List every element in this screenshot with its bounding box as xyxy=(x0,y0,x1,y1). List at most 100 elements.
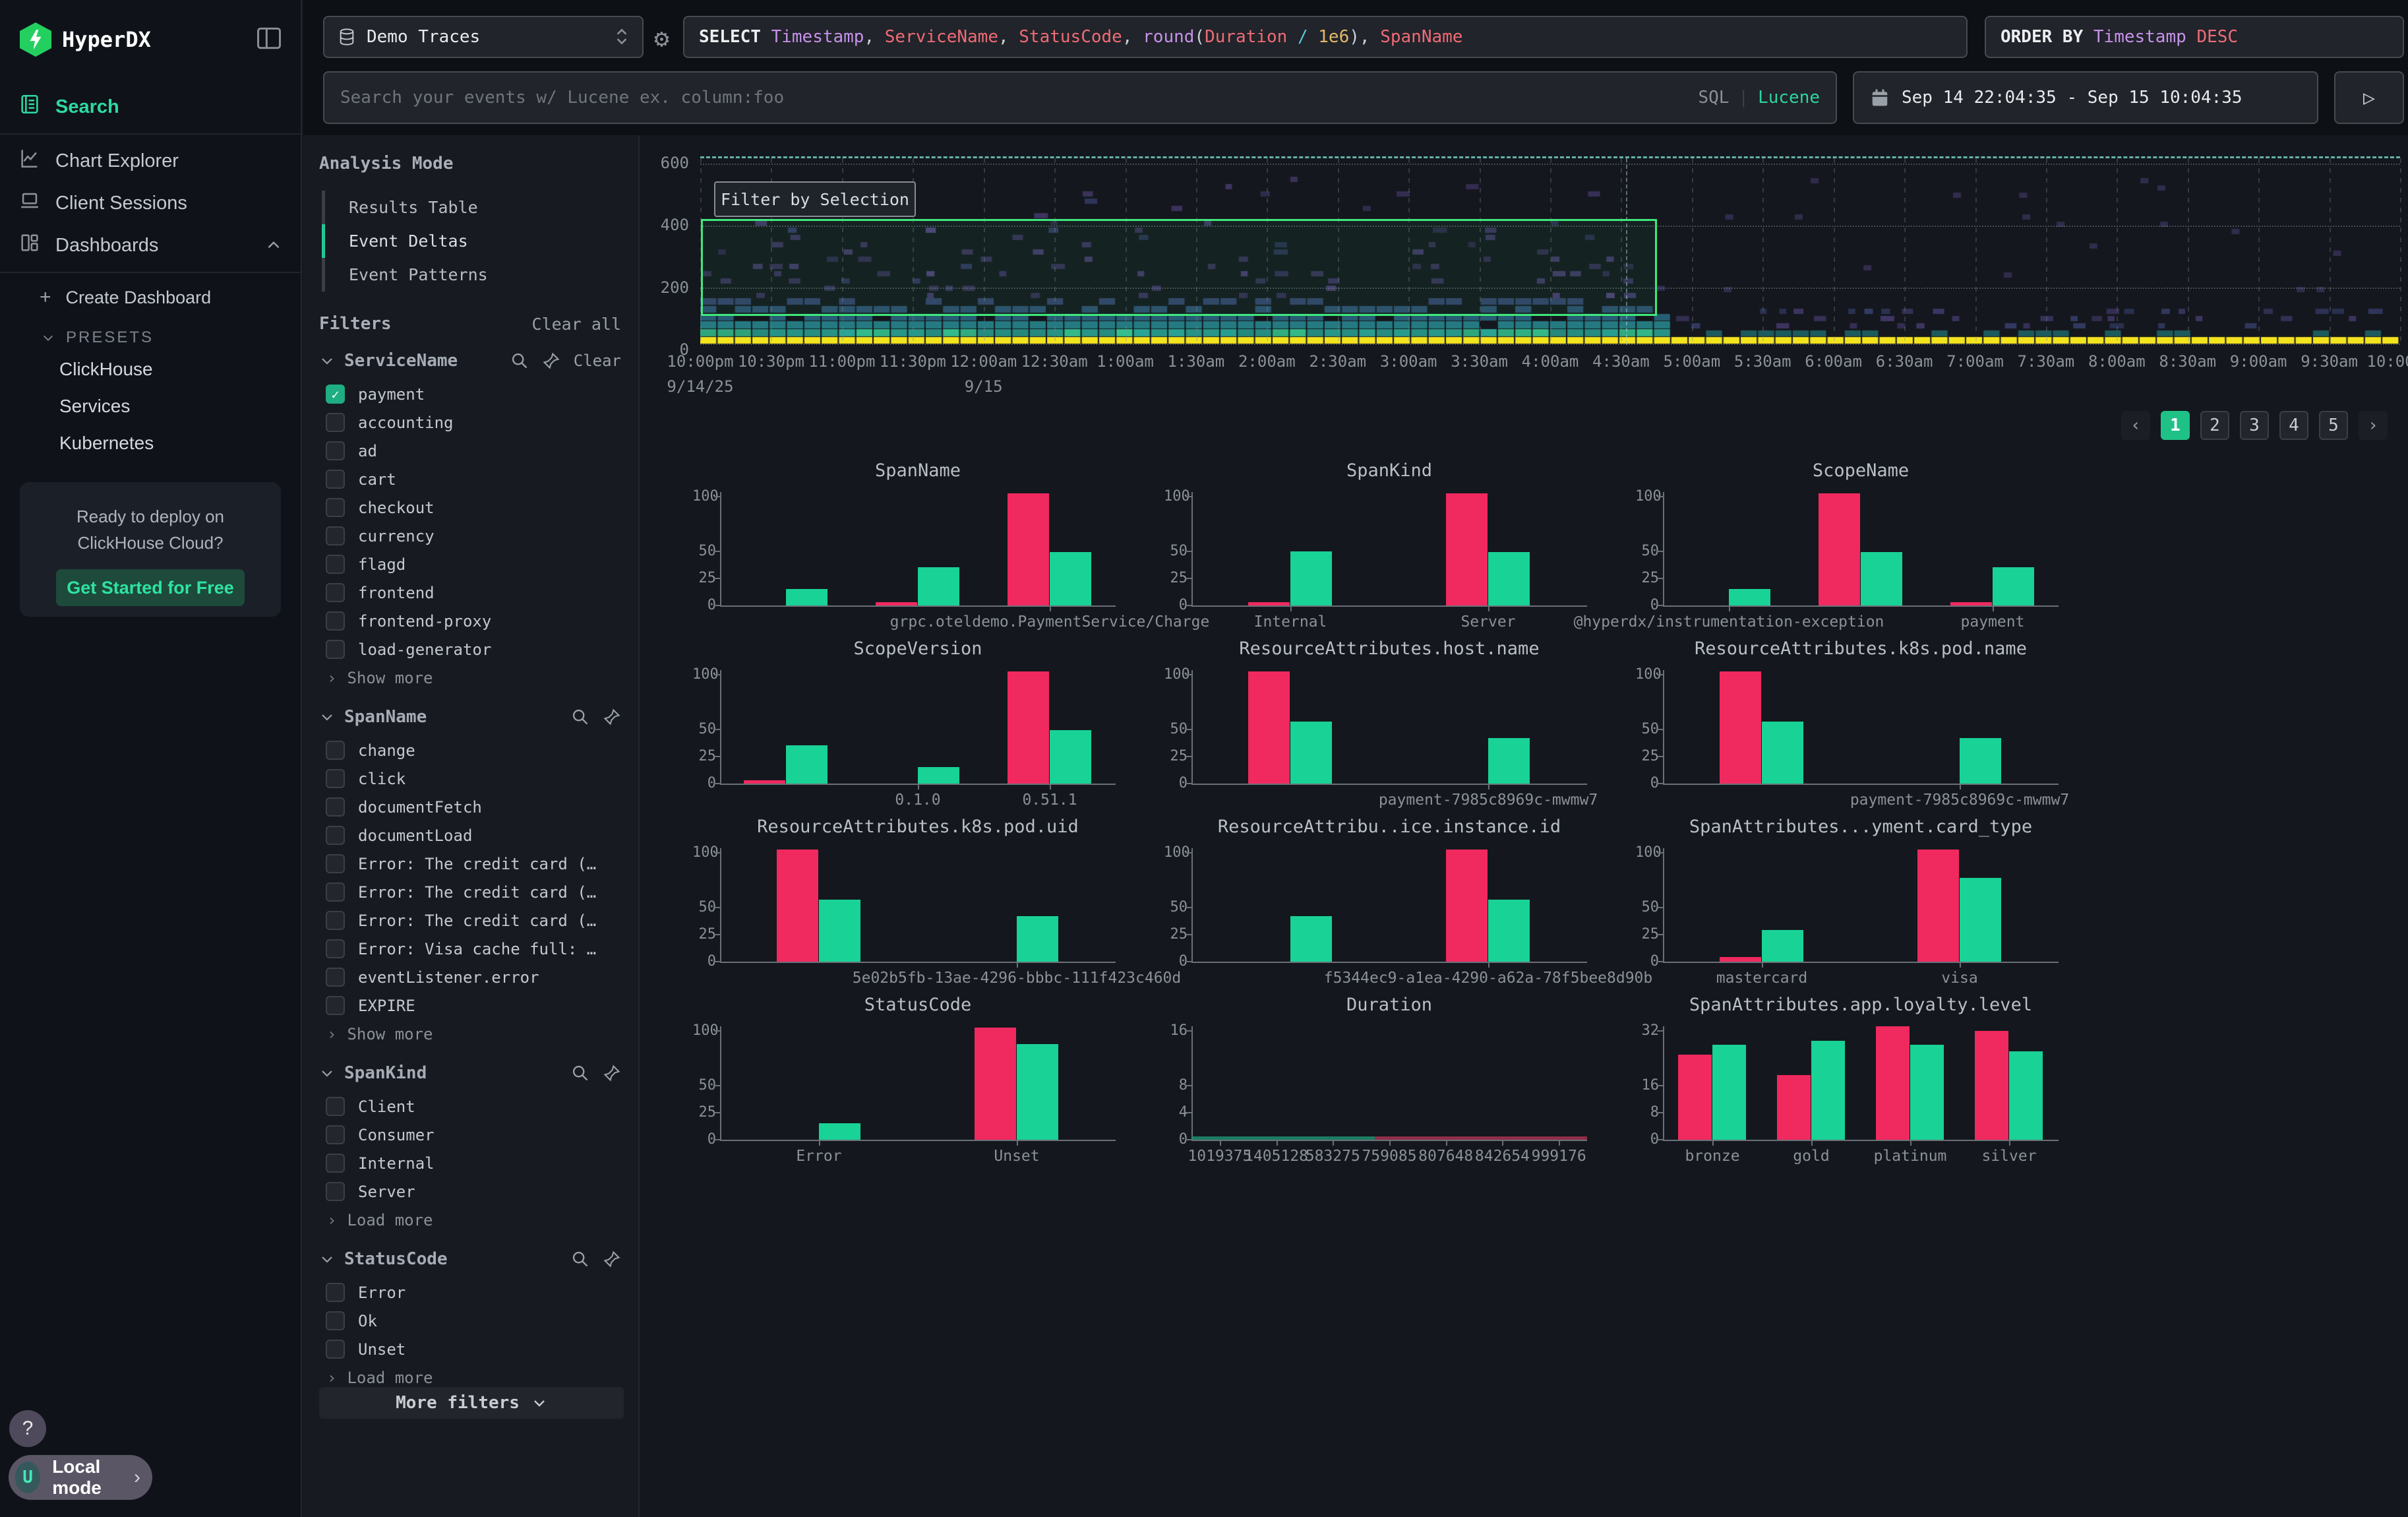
lang-toggle-lucene[interactable]: Lucene xyxy=(1758,88,1820,108)
filter-option-consumer[interactable]: Consumer xyxy=(319,1121,621,1149)
filter-option-accounting[interactable]: accounting xyxy=(319,408,621,437)
heatmap-selection-box[interactable] xyxy=(701,219,1657,316)
checkbox[interactable] xyxy=(326,1154,345,1173)
checkbox[interactable] xyxy=(326,826,345,845)
filter-option-expire[interactable]: EXPIRE xyxy=(319,991,621,1020)
filter-option-error-the-credit-card-[interactable]: Error: The credit card (… xyxy=(319,850,621,878)
more-filters-button[interactable]: More filters xyxy=(319,1387,624,1419)
filter-option-internal[interactable]: Internal xyxy=(319,1149,621,1177)
load-more-statuscode[interactable]: ›Load more xyxy=(319,1363,621,1390)
checkbox[interactable] xyxy=(326,769,345,788)
search-icon[interactable] xyxy=(571,1064,589,1082)
search-input[interactable]: Search your events w/ Lucene ex. column:… xyxy=(323,71,1837,124)
page-button-2[interactable]: 2 xyxy=(2200,411,2229,440)
next-page-button[interactable]: › xyxy=(2359,411,2388,440)
page-button-5[interactable]: 5 xyxy=(2319,411,2348,440)
page-button-1[interactable]: 1 xyxy=(2161,411,2190,440)
filter-option-error-the-credit-card-[interactable]: Error: The credit card (… xyxy=(319,906,621,935)
presets-header[interactable]: PRESETS xyxy=(0,317,301,351)
checkbox[interactable] xyxy=(326,854,345,873)
filter-option-ok[interactable]: Ok xyxy=(319,1307,621,1335)
filter-option-documentfetch[interactable]: documentFetch xyxy=(319,793,621,821)
sidebar-collapse-icon[interactable] xyxy=(255,24,284,56)
filter-option-client[interactable]: Client xyxy=(319,1092,621,1121)
preset-kubernetes[interactable]: Kubernetes xyxy=(0,425,301,462)
heatmap-plot-area[interactable] xyxy=(700,156,2400,343)
filter-option-documentload[interactable]: documentLoad xyxy=(319,821,621,850)
checkbox[interactable] xyxy=(326,911,345,930)
checkbox[interactable] xyxy=(326,441,345,460)
search-icon[interactable] xyxy=(571,708,589,726)
page-button-3[interactable]: 3 xyxy=(2240,411,2269,440)
filter-option-change[interactable]: change xyxy=(319,736,621,764)
filter-group-header-spankind[interactable]: SpanKind xyxy=(319,1063,621,1083)
checkbox[interactable] xyxy=(326,526,345,545)
checkbox[interactable]: ✓ xyxy=(326,385,345,404)
checkbox[interactable] xyxy=(326,1283,345,1302)
load-more-spanname[interactable]: ›Show more xyxy=(319,1020,621,1046)
filter-option-unset[interactable]: Unset xyxy=(319,1335,621,1363)
pin-icon[interactable] xyxy=(603,1250,621,1268)
filter-option-error[interactable]: Error xyxy=(319,1278,621,1307)
run-query-button[interactable]: ▷ xyxy=(2334,71,2404,124)
local-mode-button[interactable]: U Local mode › xyxy=(9,1455,152,1500)
filter-option-click[interactable]: click xyxy=(319,764,621,793)
sidebar-item-dashboards[interactable]: Dashboards xyxy=(0,224,301,266)
sidebar-item-client-sessions[interactable]: Client Sessions xyxy=(0,182,301,224)
gear-icon[interactable]: ⚙ xyxy=(654,24,669,53)
create-dashboard-button[interactable]: + Create Dashboard xyxy=(0,278,301,317)
sidebar-item-chart-explorer[interactable]: Chart Explorer xyxy=(0,140,301,182)
checkbox[interactable] xyxy=(326,1182,345,1201)
filter-option-frontend[interactable]: frontend xyxy=(319,578,621,607)
checkbox[interactable] xyxy=(326,470,345,489)
filter-option-cart[interactable]: cart xyxy=(319,465,621,493)
preset-services[interactable]: Services xyxy=(0,388,301,425)
clear-all-button[interactable]: Clear all xyxy=(532,315,621,334)
filter-option-flagd[interactable]: flagd xyxy=(319,550,621,578)
prev-page-button[interactable]: ‹ xyxy=(2121,411,2150,440)
filter-option-payment[interactable]: ✓payment xyxy=(319,380,621,408)
filter-option-error-the-credit-card-[interactable]: Error: The credit card (… xyxy=(319,878,621,906)
checkbox[interactable] xyxy=(326,1340,345,1359)
mode-results-table[interactable]: Results Table xyxy=(322,191,621,224)
checkbox[interactable] xyxy=(326,939,345,958)
checkbox[interactable] xyxy=(326,968,345,987)
checkbox[interactable] xyxy=(326,741,345,760)
checkbox[interactable] xyxy=(326,797,345,817)
sidebar-item-search[interactable]: Search xyxy=(0,86,301,128)
filter-option-checkout[interactable]: checkout xyxy=(319,493,621,522)
filter-option-eventlistener-error[interactable]: eventListener.error xyxy=(319,963,621,991)
search-icon[interactable] xyxy=(571,1250,589,1268)
filter-by-selection-button[interactable]: Filter by Selection xyxy=(714,181,916,217)
page-button-4[interactable]: 4 xyxy=(2279,411,2308,440)
checkbox[interactable] xyxy=(326,583,345,602)
pin-icon[interactable] xyxy=(542,352,560,370)
checkbox[interactable] xyxy=(326,498,345,517)
mode-event-deltas[interactable]: Event Deltas xyxy=(322,224,621,258)
filter-option-server[interactable]: Server xyxy=(319,1177,621,1206)
checkbox[interactable] xyxy=(326,1311,345,1330)
checkbox[interactable] xyxy=(326,882,345,902)
filter-option-error-visa-cache-full-[interactable]: Error: Visa cache full: … xyxy=(319,935,621,963)
checkbox[interactable] xyxy=(326,996,345,1015)
filter-option-frontend-proxy[interactable]: frontend-proxy xyxy=(319,607,621,635)
pin-icon[interactable] xyxy=(603,708,621,726)
filter-option-currency[interactable]: currency xyxy=(319,522,621,550)
lang-toggle-sql[interactable]: SQL xyxy=(1698,88,1729,108)
pin-icon[interactable] xyxy=(603,1064,621,1082)
sql-select-input[interactable]: SELECT Timestamp, ServiceName, StatusCod… xyxy=(683,16,1968,58)
checkbox[interactable] xyxy=(326,1097,345,1116)
checkbox[interactable] xyxy=(326,1125,345,1144)
checkbox[interactable] xyxy=(326,640,345,659)
load-more-servicename[interactable]: ›Show more xyxy=(319,664,621,690)
search-icon[interactable] xyxy=(510,352,529,370)
source-select[interactable]: Demo Traces xyxy=(323,16,644,58)
preset-clickhouse[interactable]: ClickHouse xyxy=(0,351,301,388)
checkbox[interactable] xyxy=(326,413,345,432)
filter-group-header-servicename[interactable]: ServiceNameClear xyxy=(319,351,621,371)
filter-group-header-spanname[interactable]: SpanName xyxy=(319,707,621,727)
mode-event-patterns[interactable]: Event Patterns xyxy=(322,258,621,292)
filter-group-header-statuscode[interactable]: StatusCode xyxy=(319,1249,621,1269)
filter-option-load-generator[interactable]: load-generator xyxy=(319,635,621,664)
load-more-spankind[interactable]: ›Load more xyxy=(319,1206,621,1232)
